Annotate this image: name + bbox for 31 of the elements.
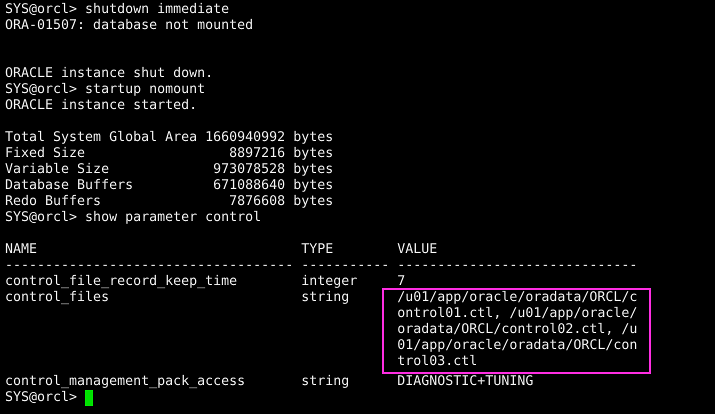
terminal-line: Redo Buffers 7876608 bytes [5,194,334,209]
terminal-line: Total System Global Area 1660940992 bytes [5,130,334,145]
parameter-name: control_files [5,290,110,306]
terminal-line: ORACLE instance shut down. [5,66,214,81]
terminal-line: Database Buffers 671088640 bytes [5,178,334,193]
parameter-type: string [301,374,350,390]
column-header: NAME [5,242,38,258]
value-line: /u01/app/oracle/oradata/ORCL/c [397,290,638,306]
terminal-line: SYS@orcl> startup nomount [5,82,206,97]
parameter-type: string [301,290,350,306]
parameter-type: integer [301,274,358,290]
terminal-line: ORACLE instance started. [5,98,198,113]
terminal-line: SYS@orcl> shutdown immediate [5,2,230,17]
value-line: ontrol01.ctl, /u01/app/oracle/ [397,306,638,322]
column-header: TYPE [301,242,334,258]
value-line: 01/app/oracle/oradata/ORCL/con [397,338,638,354]
terminal-line: Variable Size 973078528 bytes [5,162,334,177]
terminal-line: SYS@orcl> show parameter control [5,210,262,225]
parameter-name: control_management_pack_access [5,374,246,390]
terminal-line: ORA-01507: database not mounted [5,18,254,33]
column-rule: ----------- [301,258,390,274]
value-line: 7 [397,274,406,290]
value-line: trol03.ctl [397,354,478,370]
prompt: SYS@orcl> [5,390,78,406]
column-rule: ------------------------------------ [5,258,294,274]
terminal-line: Fixed Size 8897216 bytes [5,146,334,161]
column-header: VALUE [397,242,438,258]
parameter-name: control_file_record_keep_time [5,274,238,290]
value-line: oradata/ORCL/control02.ctl, /u [397,322,638,338]
column-rule: ------------------------------ [397,258,638,274]
value-line: DIAGNOSTIC+TUNING [397,374,534,390]
